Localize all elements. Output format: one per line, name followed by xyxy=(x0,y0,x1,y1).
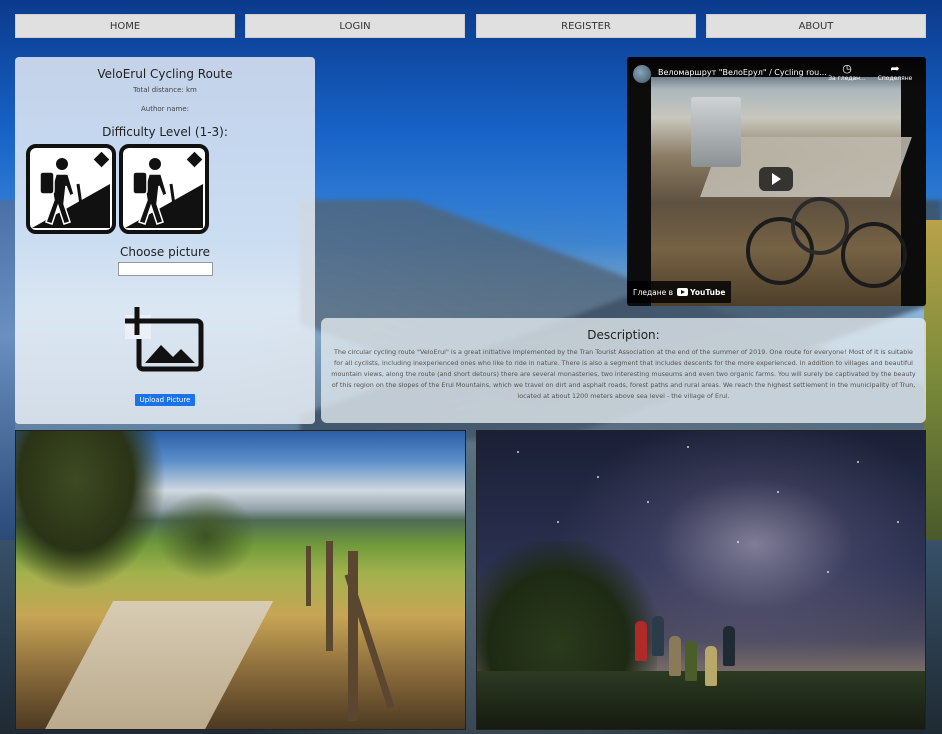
watch-later-button[interactable]: ◷ За гледан... xyxy=(827,62,867,83)
difficulty-title: Difficulty Level (1-3): xyxy=(102,125,228,139)
total-distance: Total distance: km xyxy=(133,86,197,94)
video-header: Веломаршрут "ВелоЕрул" / Cycling rou... … xyxy=(627,57,926,89)
video-thumbnail xyxy=(651,77,912,306)
youtube-logo: YouTube xyxy=(677,288,725,297)
youtube-video-embed[interactable]: Веломаршрут "ВелоЕрул" / Cycling rou... … xyxy=(627,57,926,306)
hiker-icon xyxy=(119,144,209,234)
video-title[interactable]: Веломаршрут "ВелоЕрул" / Cycling rou... xyxy=(658,68,827,77)
background-decoration-right xyxy=(924,220,942,540)
nav-register-button[interactable]: REGISTER xyxy=(476,14,696,38)
add-photo-icon[interactable] xyxy=(125,307,205,373)
hiker-icon xyxy=(26,144,116,234)
share-button[interactable]: ➦ Споделяне xyxy=(875,62,915,83)
top-nav: HOME LOGIN REGISTER ABOUT xyxy=(15,14,927,38)
route-photo-night-sky xyxy=(476,430,926,730)
description-panel: Description: The circular cycling route … xyxy=(321,318,926,423)
watch-on-label: Гледане в xyxy=(633,287,674,297)
route-title: VeloErul Cycling Route xyxy=(97,67,233,81)
upload-picture-button[interactable]: Upload Picture xyxy=(135,394,195,406)
author-name: Author name: xyxy=(140,105,189,113)
clock-icon: ◷ xyxy=(842,62,852,75)
difficulty-icons xyxy=(26,144,216,236)
picture-file-input[interactable] xyxy=(118,262,213,276)
nav-home-button[interactable]: HOME xyxy=(15,14,235,38)
play-icon xyxy=(771,173,781,185)
choose-picture-label: Choose picture xyxy=(119,245,211,259)
route-info-panel: VeloErul Cycling Route Total distance: k… xyxy=(15,57,315,424)
share-icon: ➦ xyxy=(890,62,900,75)
description-text: The circular cycling route "VeloErul" is… xyxy=(331,348,916,400)
nav-login-button[interactable]: LOGIN xyxy=(245,14,465,38)
play-button[interactable] xyxy=(759,167,793,191)
route-photo-road xyxy=(15,430,466,730)
channel-avatar[interactable] xyxy=(633,65,651,83)
description-title: Description: xyxy=(587,328,660,342)
background-decoration-left xyxy=(0,200,15,540)
watch-on-youtube-link[interactable]: Гледане в YouTube xyxy=(627,281,732,303)
nav-about-button[interactable]: ABOUT xyxy=(706,14,926,38)
